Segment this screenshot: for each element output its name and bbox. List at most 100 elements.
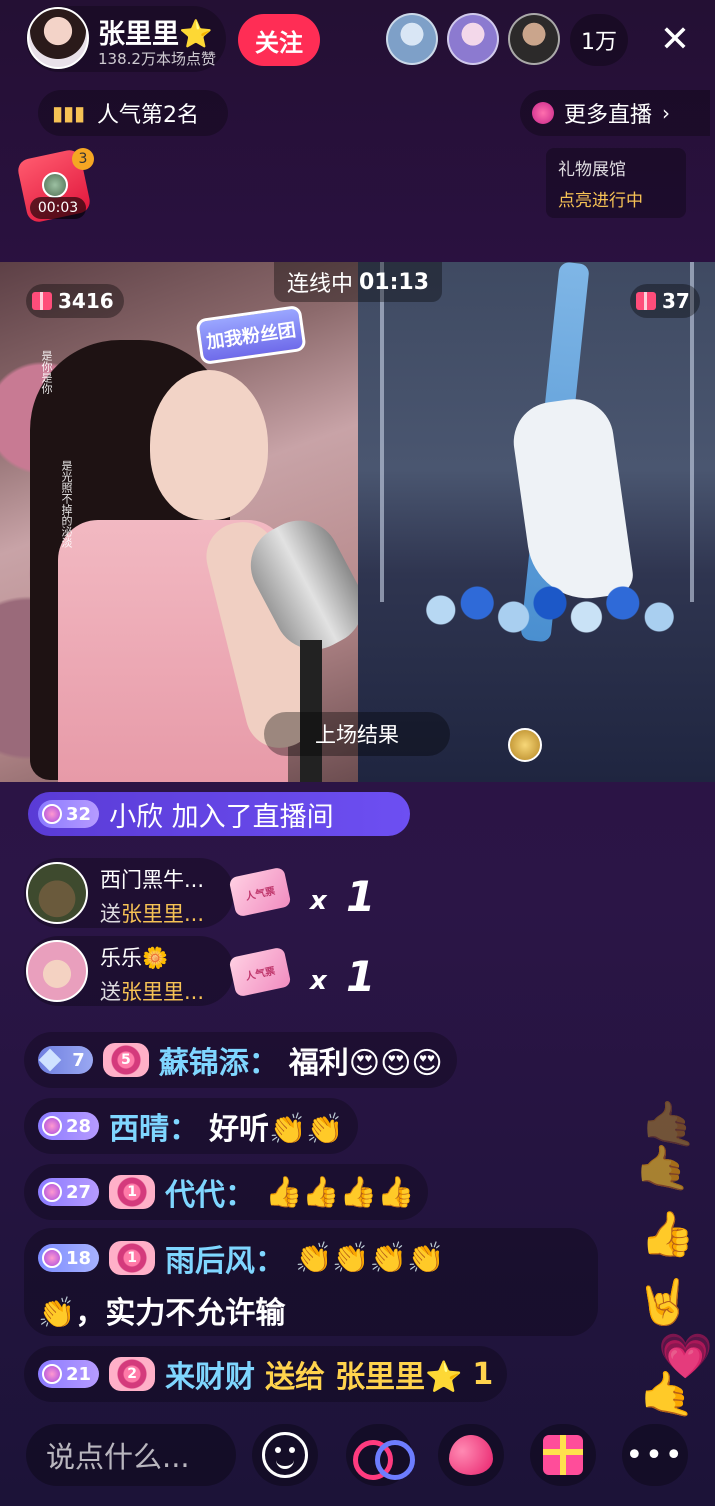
gift-sender-avatar[interactable] [26, 940, 88, 1002]
chat-message[interactable]: 21 2 来财财 送给 张里里⭐ 1 [24, 1346, 508, 1402]
follow-button[interactable]: 关注 [238, 14, 320, 66]
left-score: 3416 [26, 284, 124, 318]
right-score-value: 37 [662, 289, 690, 313]
level-badge: 21 [38, 1360, 100, 1388]
viewer-avatar[interactable] [508, 13, 560, 65]
gift-sender-avatar[interactable] [26, 862, 88, 924]
more-live-button[interactable]: 更多直播 › [520, 90, 710, 136]
link-icon [353, 1440, 415, 1480]
gift-icon [636, 292, 656, 310]
comment-input[interactable]: 说点什么... [26, 1424, 236, 1486]
stage-pole [380, 262, 384, 602]
viewer-avatar[interactable] [386, 13, 438, 65]
gift-sender-name: 乐乐🌼 [100, 946, 169, 970]
chevron-right-icon: › [662, 101, 671, 125]
gift-box-icon [543, 1435, 583, 1475]
microphone-stand [300, 640, 322, 782]
chat-text: 👏👏👏👏 [295, 1240, 445, 1276]
gift-to-prefix: 送 [100, 902, 121, 926]
chat-text-continued: 👏，实力不允许输 [38, 1296, 286, 1331]
link-button[interactable] [346, 1424, 415, 1486]
link-status: 连线中 01:13 [274, 262, 442, 302]
live-dot-icon [532, 102, 554, 124]
more-button[interactable]: ••• [622, 1424, 688, 1486]
chat-username[interactable]: 来财财 [165, 1352, 255, 1396]
chat-message[interactable]: 28 西晴： 好听👏👏 [24, 1098, 358, 1154]
gift-hall-title: 礼物展馆 [558, 160, 626, 180]
gift-multiplier: x [310, 886, 327, 916]
last-result-button[interactable]: 上场结果 [264, 712, 450, 756]
host-figure-face [150, 370, 268, 520]
emoji-button[interactable] [252, 1424, 318, 1486]
diamond-icon [38, 1048, 62, 1072]
level-value: 27 [66, 1181, 92, 1203]
level-value: 7 [72, 1049, 85, 1071]
smile-icon [262, 1432, 308, 1478]
heart-icon [449, 1435, 493, 1475]
popularity-rank[interactable]: ▮▮▮ 人气第2名 [38, 90, 228, 136]
chat-message[interactable]: 7 5 蘇锦添： 福利😍😍😍 [24, 1032, 457, 1088]
gift-to-prefix: 送 [100, 980, 121, 1004]
gift-hall-status: 点亮进行中 [558, 191, 643, 211]
gem-icon [42, 1248, 62, 1268]
level-badge: 28 [38, 1112, 100, 1140]
gem-icon [42, 1182, 62, 1202]
chat-text: 福利😍😍😍 [288, 1046, 443, 1081]
coin-icon[interactable] [508, 728, 542, 762]
chat-message-line: 18 1 雨后风： 👏👏👏👏 [38, 1236, 444, 1280]
fan-level-icon: 1 [109, 1241, 156, 1275]
rank-label: 人气第2名 [97, 103, 200, 128]
chat-username[interactable]: 雨后风： [165, 1236, 285, 1280]
red-packet-badge: 3 [72, 148, 94, 170]
fan-level-icon: 1 [109, 1175, 156, 1209]
viewer-avatar[interactable] [447, 13, 499, 65]
fan-level-icon: 5 [102, 1043, 149, 1077]
gift-button[interactable] [530, 1424, 596, 1486]
fan-level-icon: 2 [109, 1357, 156, 1391]
video-caption: 是光照不掉的泌淡 [60, 460, 73, 548]
host-name: 张里里⭐ [98, 19, 213, 50]
like-button[interactable] [438, 1424, 504, 1486]
gift-to-name: 张里里... [121, 980, 205, 1004]
gem-icon [42, 1116, 62, 1136]
chat-username[interactable]: 西晴： [109, 1104, 199, 1148]
chat-text: 好听👏👏 [209, 1112, 344, 1147]
red-packet-avatar [42, 172, 68, 198]
gem-icon [42, 1364, 62, 1384]
gift-multiplier: x [310, 966, 327, 996]
level-value: 21 [66, 1363, 92, 1385]
gift-sender-name: 西门黑牛... [100, 868, 205, 892]
chat-message[interactable]: 27 1 代代： 👍👍👍👍 [24, 1164, 429, 1220]
level-badge: 7 [38, 1046, 93, 1074]
bar-chart-icon: ▮▮▮ [52, 101, 86, 125]
viewer-count[interactable]: 1万 [570, 14, 628, 66]
link-status-label: 连线中 [286, 272, 353, 297]
chat-count: 1 [472, 1356, 494, 1392]
level-value: 28 [66, 1115, 92, 1137]
gift-count: 1 [346, 872, 376, 921]
right-score: 37 [630, 284, 700, 318]
level-badge: 18 [38, 1244, 100, 1272]
gift-count: 1 [346, 952, 376, 1001]
gift-icon [32, 292, 52, 310]
more-live-label: 更多直播 [564, 103, 653, 128]
gift-recipient: 送张里里... [100, 898, 204, 928]
close-icon[interactable]: ✕ [655, 16, 695, 62]
join-notice: 32 小欣 加入了直播间 [28, 792, 410, 836]
balloons [420, 575, 680, 645]
left-score-value: 3416 [58, 289, 114, 313]
video-caption: 是你是你 [40, 350, 53, 394]
gift-recipient: 送张里里... [100, 976, 204, 1006]
chat-username[interactable]: 蘇锦添： [159, 1038, 279, 1082]
chat-username[interactable]: 代代： [165, 1170, 255, 1214]
reaction-emoji: 👍 [640, 1209, 695, 1260]
chat-text: 👍👍👍👍 [265, 1174, 415, 1210]
gift-to-name: 张里里... [121, 902, 205, 926]
gift-ticket-icon: 人气票 [228, 866, 292, 918]
link-timer: 01:13 [358, 269, 430, 295]
host-likes: 138.2万本场点赞 [98, 50, 216, 68]
chat-recipient: 张里里⭐ [335, 1360, 463, 1395]
level-value: 32 [66, 803, 92, 825]
gift-hall-card[interactable]: 礼物展馆 点亮进行中 [546, 148, 686, 218]
host-avatar[interactable] [27, 7, 89, 69]
